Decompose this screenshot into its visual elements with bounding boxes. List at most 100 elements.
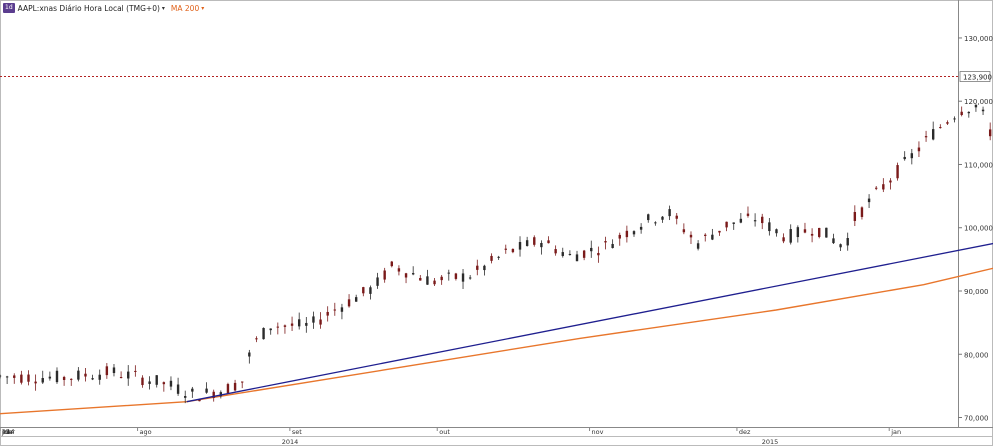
candle-body [13, 375, 16, 378]
x-tick-label: set [292, 428, 302, 436]
candle-body [55, 370, 59, 383]
candle-body [262, 327, 265, 340]
candle-body [696, 243, 700, 249]
candle-body [483, 265, 486, 271]
candle-body [468, 277, 472, 279]
moving-average-layer [0, 267, 993, 415]
candle-body [917, 147, 921, 152]
x-tick-label: jan [890, 428, 901, 436]
candle-body [568, 253, 572, 255]
candle-body [112, 367, 116, 374]
candle-body [312, 316, 315, 323]
candle-body [383, 270, 386, 280]
candle-body [255, 338, 258, 340]
last-price-layer: 123,900 [0, 71, 992, 82]
candle-body [419, 277, 422, 281]
candle-body [988, 129, 992, 137]
candle-body [867, 198, 871, 203]
x-tick-label: jul [1, 428, 10, 436]
candle-body [618, 234, 621, 239]
candle-body [789, 229, 792, 243]
y-tick-label: 90,000 [964, 288, 989, 296]
candle-body [461, 273, 465, 282]
candle-body [290, 323, 294, 326]
candle-body [376, 277, 379, 286]
candle-body [818, 227, 821, 237]
candle-body [233, 382, 237, 391]
candle-body [226, 384, 230, 394]
y-tick-label: 70,000 [964, 415, 989, 423]
candle-body [105, 366, 109, 376]
candle-body [390, 261, 393, 267]
candle-body [903, 156, 906, 160]
candle-body [668, 209, 671, 217]
candle-body [882, 184, 885, 190]
candle-body [654, 222, 657, 224]
candle-body [853, 211, 857, 221]
candle-body [276, 326, 280, 328]
candle-body [796, 227, 800, 238]
candle-body [575, 254, 579, 262]
candle-body [62, 376, 66, 380]
candle-body [0, 375, 2, 377]
candle-body [497, 256, 500, 258]
candle-body [440, 276, 443, 281]
candle-body [582, 250, 586, 258]
y-tick-label: 110,000 [964, 161, 993, 169]
candle-body [20, 374, 23, 383]
candle-body [184, 396, 187, 398]
candle-body [77, 370, 80, 380]
candle-body [625, 230, 629, 238]
candle-body [711, 234, 714, 240]
candle-body [34, 381, 37, 384]
candle-body [70, 378, 73, 380]
price-chart[interactable]: 123,900 70,000 80,000 90,000 100,000 110,000… [0, 0, 993, 446]
candle-body [369, 287, 372, 294]
candle-body [647, 214, 650, 221]
candle-body [889, 180, 892, 183]
candle-body [604, 241, 607, 243]
candle-body [875, 187, 878, 189]
candle-body [319, 319, 322, 325]
candle-body [241, 381, 244, 383]
candle-body [48, 376, 52, 379]
candle-body [490, 255, 493, 261]
candle-body [433, 280, 436, 285]
candle-body [611, 243, 614, 249]
candle-body [454, 273, 458, 279]
candle-body [426, 276, 429, 285]
candle-body [832, 238, 835, 244]
candle-body [248, 352, 251, 357]
candle-body [397, 268, 401, 272]
candle-body [476, 265, 479, 270]
trendline-layer[interactable] [186, 65, 993, 403]
candle-body [775, 229, 778, 234]
candle-body [732, 222, 735, 224]
candle-body [354, 297, 358, 302]
candle-body [839, 244, 842, 248]
candle-body [661, 216, 664, 220]
candle-body [98, 374, 101, 380]
candle-body [119, 377, 123, 379]
candle-body [725, 221, 728, 228]
candle-body [810, 233, 814, 236]
candle-body [525, 240, 529, 246]
candle-body [155, 375, 158, 385]
y-tick-label: 100,000 [964, 225, 993, 233]
candle-body [540, 242, 543, 248]
candle-body [981, 109, 985, 112]
candle-body [590, 247, 593, 252]
candle-body [910, 153, 914, 159]
x-year-label: 2014 [282, 438, 299, 446]
candle-body [340, 307, 344, 312]
candle-body [547, 240, 550, 244]
trendline [186, 242, 993, 403]
candle-body [825, 227, 828, 238]
x-tick-label: ago [140, 428, 152, 436]
candle-body [504, 248, 507, 250]
x-tick-label: out [439, 428, 450, 436]
candle-body [205, 388, 208, 393]
candle-body [127, 371, 130, 379]
candle-body [169, 380, 173, 387]
candle-body [84, 373, 87, 377]
